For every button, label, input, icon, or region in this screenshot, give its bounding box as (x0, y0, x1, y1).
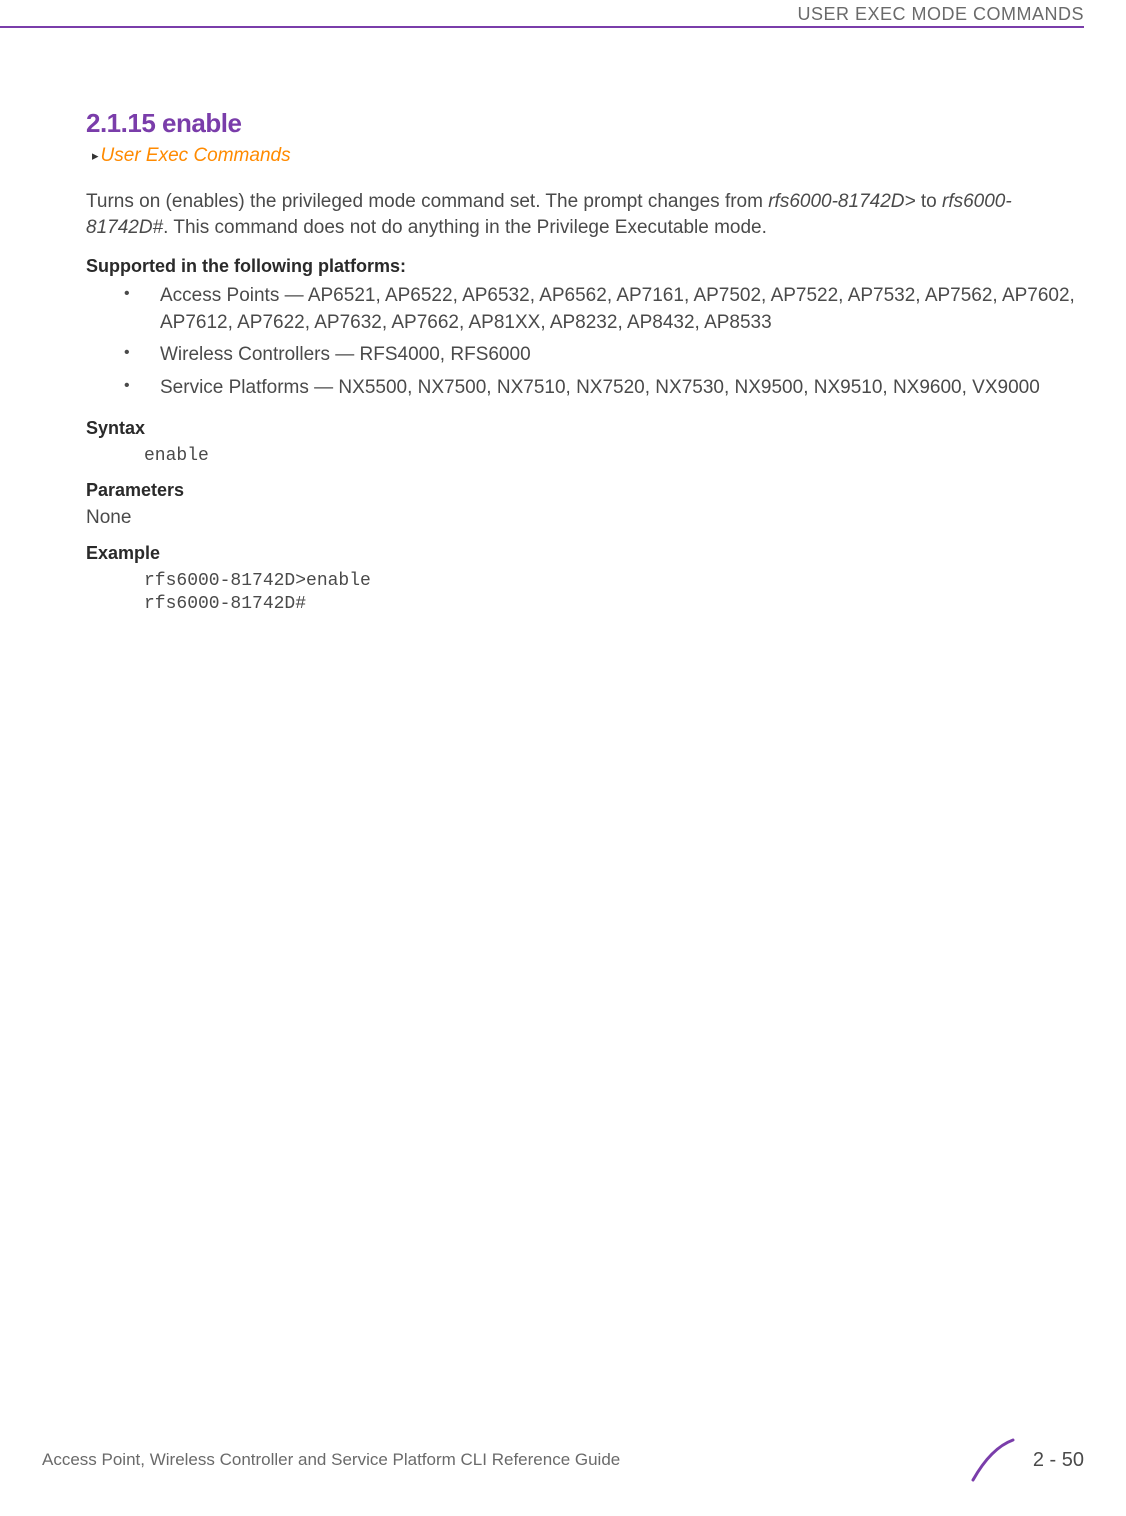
section-title-text: enable (162, 108, 241, 138)
platforms-list: Access Points — AP6521, AP6522, AP6532, … (124, 283, 1078, 401)
swoosh-icon (971, 1438, 1019, 1482)
desc-suffix: . This command does not do anything in t… (163, 217, 767, 238)
page-footer: Access Point, Wireless Controller and Se… (42, 1438, 1084, 1482)
breadcrumb-link[interactable]: ▸ User Exec Commands (92, 145, 1078, 167)
parameters-value: None (86, 507, 1078, 529)
list-item: Service Platforms — NX5500, NX7500, NX75… (124, 375, 1078, 402)
list-item: Access Points — AP6521, AP6522, AP6532, … (124, 283, 1078, 336)
header-divider (0, 26, 1084, 28)
chapter-title: USER EXEC MODE COMMANDS (797, 4, 1084, 25)
desc-mid: to (916, 191, 942, 212)
example-heading: Example (86, 543, 1078, 564)
content-area: 2.1.15 enable ▸ User Exec Commands Turns… (86, 108, 1078, 629)
page-number: 2 - 50 (1033, 1449, 1084, 1472)
section-heading: 2.1.15 enable (86, 108, 1078, 139)
syntax-code: enable (144, 445, 1078, 468)
platforms-heading: Supported in the following platforms: (86, 256, 1078, 277)
footer-guide-title: Access Point, Wireless Controller and Se… (42, 1450, 620, 1470)
footer-right: 2 - 50 (971, 1438, 1084, 1482)
parameters-heading: Parameters (86, 480, 1078, 501)
list-item: Wireless Controllers — RFS4000, RFS6000 (124, 342, 1078, 369)
page-container: USER EXEC MODE COMMANDS 2.1.15 enable ▸ … (0, 0, 1126, 1516)
desc-prefix: Turns on (enables) the privileged mode c… (86, 191, 768, 212)
arrow-right-icon: ▸ (92, 148, 99, 164)
syntax-heading: Syntax (86, 418, 1078, 439)
section-description: Turns on (enables) the privileged mode c… (86, 189, 1078, 240)
breadcrumb-text: User Exec Commands (101, 145, 291, 167)
section-number: 2.1.15 (86, 108, 155, 138)
example-code: rfs6000-81742D>enable rfs6000-81742D# (144, 570, 1078, 617)
desc-prompt1: rfs6000-81742D> (768, 191, 915, 212)
